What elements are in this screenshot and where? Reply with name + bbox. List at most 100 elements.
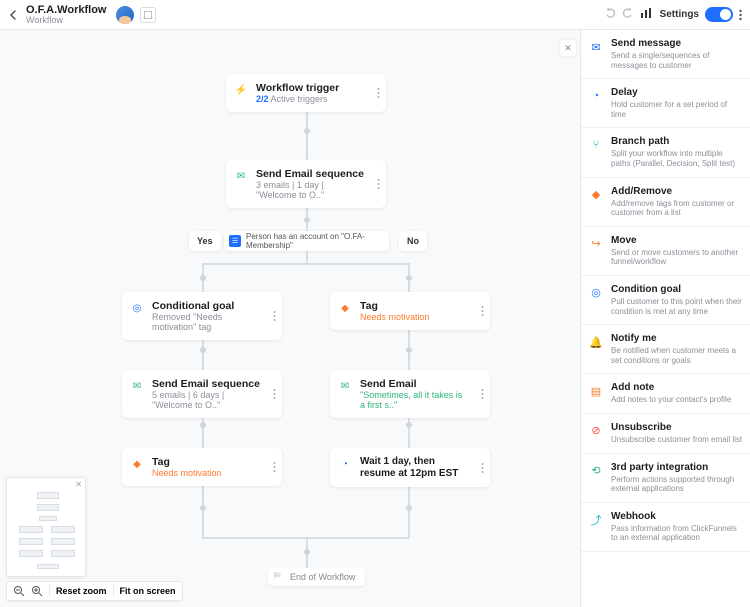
page-title: O.F.A.Workflow [26,5,106,16]
sidebar-item-branch-path[interactable]: ⑂ Branch pathSplit your workflow into mul… [581,128,750,177]
branch-label-no[interactable]: No [399,231,427,251]
reset-zoom-button[interactable]: Reset zoom [56,586,107,596]
sidebar-item-delay[interactable]: ◔ DelayHold customer for a set period of … [581,79,750,128]
bell-icon: 🔔 [588,334,604,350]
sidebar-item-move[interactable]: ↪ MoveSend or move customers to another f… [581,227,750,276]
node-wait[interactable]: ◔ Wait 1 day, then resume at 12pm EST [330,448,490,487]
send-icon: ✉ [588,39,604,55]
tag-icon: ◆ [130,457,144,471]
node-title: Send Email sequence [152,378,260,390]
node-workflow-trigger[interactable]: ⚡ Workflow trigger 2/2 Active triggers [226,74,386,112]
tag-icon: ◆ [338,301,352,315]
node-send-email[interactable]: ✉ Send Email "Sometimes, all it takes is… [330,370,490,418]
unsub-icon: ⊘ [588,423,604,439]
node-title: Wait 1 day, then resume at 12pm EST [360,456,468,479]
branch-icon: ⑂ [588,137,604,153]
node-title: Tag [360,300,468,312]
goal-icon: ◎ [588,285,604,301]
sidebar-item-desc: Pull customer to this point when their c… [611,297,744,316]
fit-screen-button[interactable]: Fit on screen [120,586,176,596]
node-conditional-goal[interactable]: ◎ Conditional goal Removed "Needs motiva… [122,292,282,340]
end-of-workflow: End of Workflow [268,568,365,586]
sidebar-item-desc: Perform actions supported through extern… [611,475,744,494]
back-arrow-icon[interactable] [8,9,20,21]
plug-icon: ⟲ [588,463,604,479]
app-header: O.F.A.Workflow Workflow Settings [0,0,750,30]
sidebar-item-title: Add note [611,382,744,394]
workflow-canvas[interactable]: ✕ ⚡ Workflow trigger 2/2 Active triggers [0,30,580,607]
undo-icon[interactable] [604,6,616,24]
sidebar-item-send-message[interactable]: ✉Send messageSend a single/sequences of … [581,30,750,79]
node-menu-icon[interactable] [377,179,380,190]
goal-icon: ◎ [130,301,144,315]
sidebar-item-desc: Pass information from ClickFunnels to an… [611,524,744,543]
sidebar-item-title: Unsubscribe [611,422,744,434]
more-menu-icon[interactable] [739,9,742,21]
node-title: Send Email sequence [256,168,364,180]
sidebar-item-condition-goal[interactable]: ◎ Condition goalPull customer to this poi… [581,276,750,325]
sidebar-item-desc: Send a single/sequences of messages to c… [611,51,744,70]
move-icon: ↪ [588,236,604,252]
node-menu-icon[interactable] [481,462,484,473]
account-icon: ☰ [229,235,241,247]
redo-icon[interactable] [622,6,634,24]
hook-icon: ⤴ [588,512,604,528]
avatar[interactable] [116,6,134,24]
sidebar-item-desc: Unsubscribe customer from email list [611,435,744,445]
note-icon: ▤ [588,383,604,399]
node-menu-icon[interactable] [273,462,276,473]
expand-icon[interactable] [140,7,156,23]
node-menu-icon[interactable] [481,306,484,317]
sidebar-item-add-note[interactable]: ▤ Add noteAdd notes to your contact's pro… [581,374,750,414]
mail-icon: ✉ [338,379,352,393]
delay-icon: ◔ [588,88,604,104]
node-tag-2[interactable]: ◆ Tag Needs motivation [122,448,282,486]
sidebar-item-desc: Hold customer for a set period of time [611,100,744,119]
analytics-icon[interactable] [640,7,654,22]
node-title: Send Email [360,378,468,390]
sidebar-item-notify-me[interactable]: 🔔 Notify meBe notified when customer meet… [581,325,750,374]
sidebar-item-add-remove[interactable]: ◆Add/RemoveAdd/remove tags from customer… [581,178,750,227]
sidebar-item-title: Delay [611,87,744,99]
node-menu-icon[interactable] [481,389,484,400]
settings-button[interactable]: Settings [660,9,699,20]
node-title: Workflow trigger [256,82,364,94]
sidebar-item-title: Add/Remove [611,186,744,198]
sidebar-item-webhook[interactable]: ⤴ WebhookPass information from ClickFunne… [581,503,750,552]
sidebar-item-desc: Split your workflow into multiple paths … [611,149,744,168]
sidebar-item-title: Notify me [611,333,744,345]
lightning-icon: ⚡ [234,83,248,97]
node-tag-1[interactable]: ◆ Tag Needs motivation [330,292,490,330]
sidebar-item-title: Move [611,235,744,247]
branch-label-yes[interactable]: Yes [189,231,221,251]
sidebar-item-desc: Add notes to your contact's profile [611,395,744,405]
zoom-in-icon[interactable] [31,585,43,597]
actions-sidebar: ✉Send messageSend a single/sequences of … [580,30,750,607]
node-title: Conditional goal [152,300,260,312]
node-menu-icon[interactable] [273,311,276,322]
sidebar-item-title: Webhook [611,511,744,523]
minimap[interactable]: ✕ [6,477,86,577]
sidebar-item-desc: Be notified when customer meets a set co… [611,346,744,365]
mail-stack-icon: ✉ [234,169,248,183]
sidebar-item-unsubscribe[interactable]: ⊘ UnsubscribeUnsubscribe customer from em… [581,414,750,454]
node-send-email-sequence-2[interactable]: ✉ Send Email sequence 5 emails | 6 days … [122,370,282,418]
sidebar-item-title: Branch path [611,136,744,148]
sidebar-item--rd-party-integration[interactable]: ⟲ 3rd party integrationPerform actions su… [581,454,750,503]
enable-toggle[interactable] [705,7,733,22]
node-menu-icon[interactable] [377,88,380,99]
zoom-out-icon[interactable] [13,585,25,597]
sidebar-item-title: 3rd party integration [611,462,744,474]
node-send-email-sequence-1[interactable]: ✉ Send Email sequence 3 emails | 1 day |… [226,160,386,208]
node-menu-icon[interactable] [273,389,276,400]
clock-icon: ◔ [338,457,352,471]
minimap-close-icon[interactable]: ✕ [75,480,82,489]
node-title: Tag [152,456,260,468]
zoom-toolbar: Reset zoom Fit on screen [6,581,183,601]
mail-stack-icon: ✉ [130,379,144,393]
tag-icon: ◆ [588,187,604,203]
sidebar-item-title: Condition goal [611,284,744,296]
decision-condition[interactable]: ☰ Person has an account on "O.FA-Members… [224,231,389,251]
sidebar-item-desc: Send or move customers to another funnel… [611,248,744,267]
page-subtitle: Workflow [26,16,106,25]
